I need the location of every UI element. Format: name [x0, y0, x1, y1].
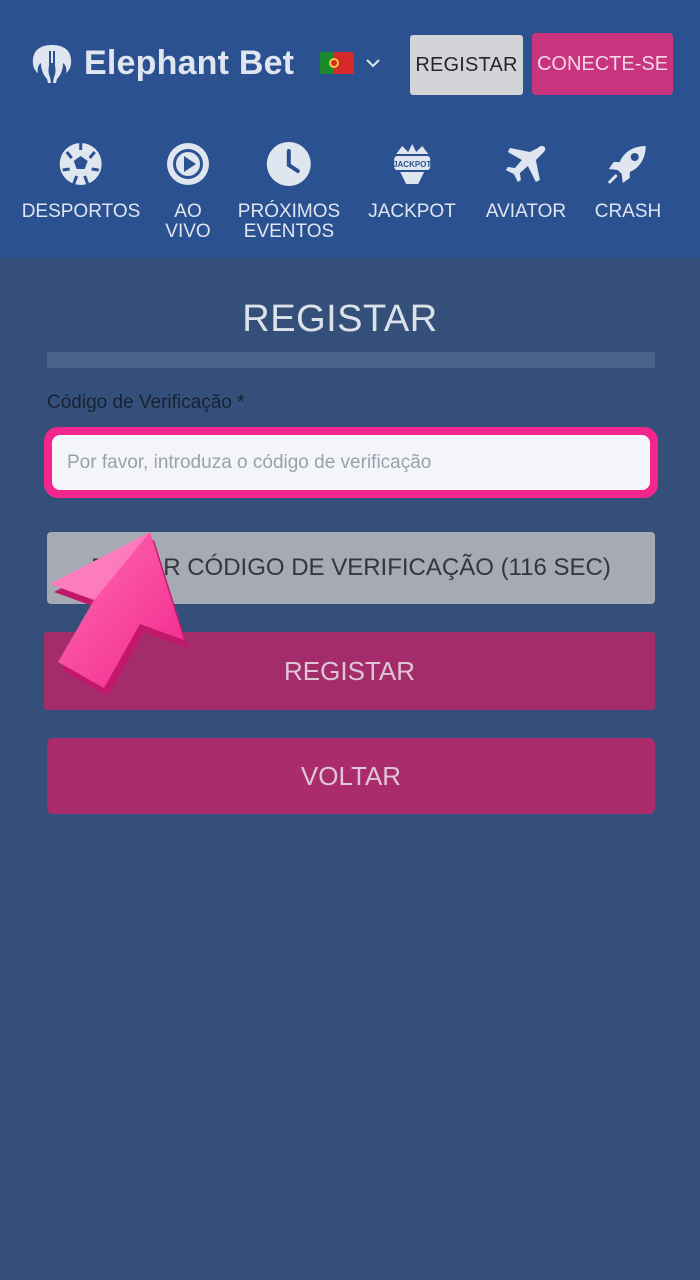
nav-item-proximos-eventos[interactable]: PRÓXIMOS EVENTOS	[238, 140, 340, 242]
verification-code-input[interactable]	[52, 435, 650, 490]
nav-item-aviator[interactable]: AVIATOR	[486, 140, 566, 222]
nav-label: AVIATOR	[485, 201, 567, 222]
svg-text:JACKPOT: JACKPOT	[393, 160, 431, 169]
nav-label: AO VIVO	[165, 201, 211, 242]
nav-item-jackpot[interactable]: JACKPOT JACKPOT	[368, 140, 456, 222]
nav-label: DESPORTOS	[21, 201, 141, 222]
back-button[interactable]: VOLTAR	[47, 738, 655, 814]
verification-code-field-highlight	[44, 427, 658, 498]
form-title: REGISTAR	[242, 298, 438, 340]
brand-name: Elephant Bet	[84, 43, 295, 82]
flag-portugal-icon	[320, 52, 354, 74]
connect-button[interactable]: CONECTE-SE	[532, 33, 673, 95]
register-header-button[interactable]: REGISTAR	[410, 35, 523, 95]
nav-item-ao-vivo[interactable]: AO VIVO	[164, 140, 212, 242]
play-circle-icon	[167, 143, 209, 185]
airplane-icon	[506, 146, 546, 182]
top-header: Elephant Bet REGISTAR CONECTE-SE DESPORT…	[0, 0, 700, 258]
title-divider	[47, 352, 655, 368]
rocket-icon	[608, 146, 646, 184]
soccer-ball-icon	[60, 143, 102, 185]
jackpot-icon: JACKPOT	[393, 144, 431, 184]
pointer-arrow-icon	[50, 532, 188, 696]
sports-nav: DESPORTOS AO VIVO PRÓXIMOS EVENTOS JACKP…	[0, 140, 700, 250]
nav-label: CRASH	[594, 201, 662, 222]
nav-item-desportos[interactable]: DESPORTOS	[21, 140, 141, 222]
brand-logo[interactable]: Elephant Bet	[28, 36, 294, 90]
elephant-logo-icon	[32, 45, 72, 83]
language-selector[interactable]	[320, 52, 382, 74]
chevron-down-icon	[366, 59, 380, 68]
nav-label: PRÓXIMOS EVENTOS	[237, 201, 341, 242]
verification-code-label: Código de Verificação *	[47, 392, 245, 413]
clock-icon	[267, 142, 311, 186]
nav-label: JACKPOT	[368, 201, 456, 222]
nav-item-crash[interactable]: CRASH	[594, 140, 662, 222]
